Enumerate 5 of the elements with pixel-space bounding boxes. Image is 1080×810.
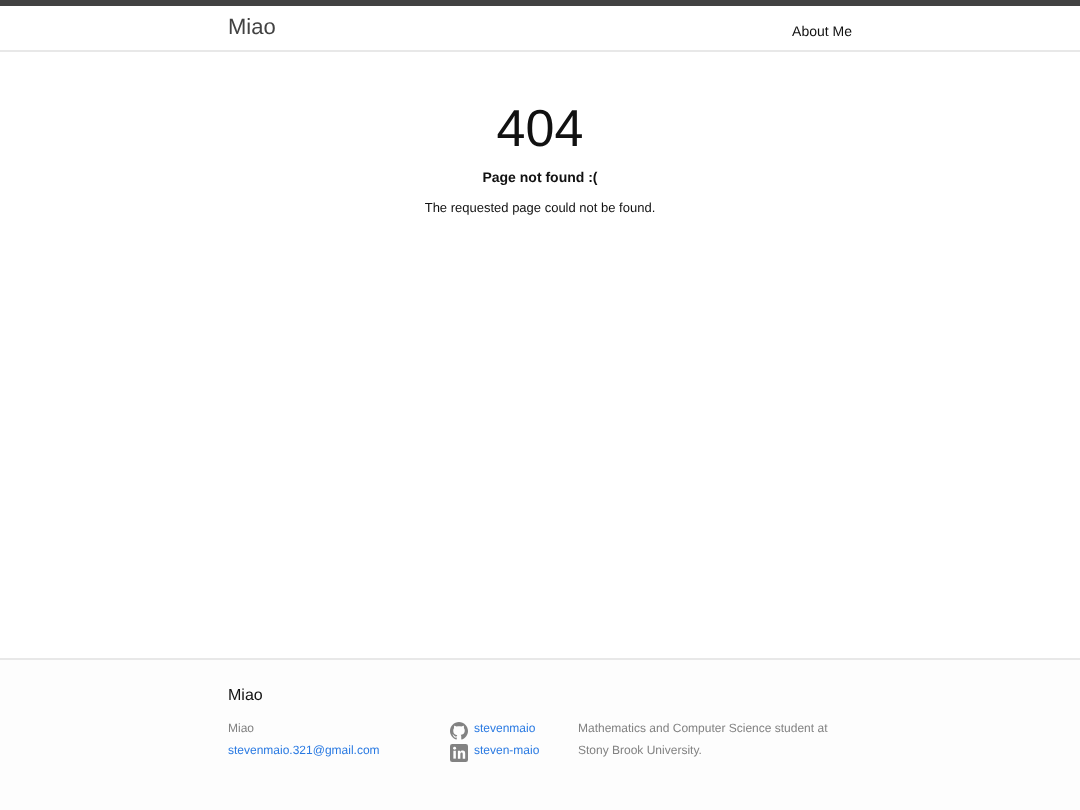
error-code: 404 [496,96,584,160]
site-title[interactable]: Miao [228,16,276,40]
github-icon [450,722,468,740]
linkedin-icon [450,744,468,762]
footer-title: Miao [228,686,265,704]
